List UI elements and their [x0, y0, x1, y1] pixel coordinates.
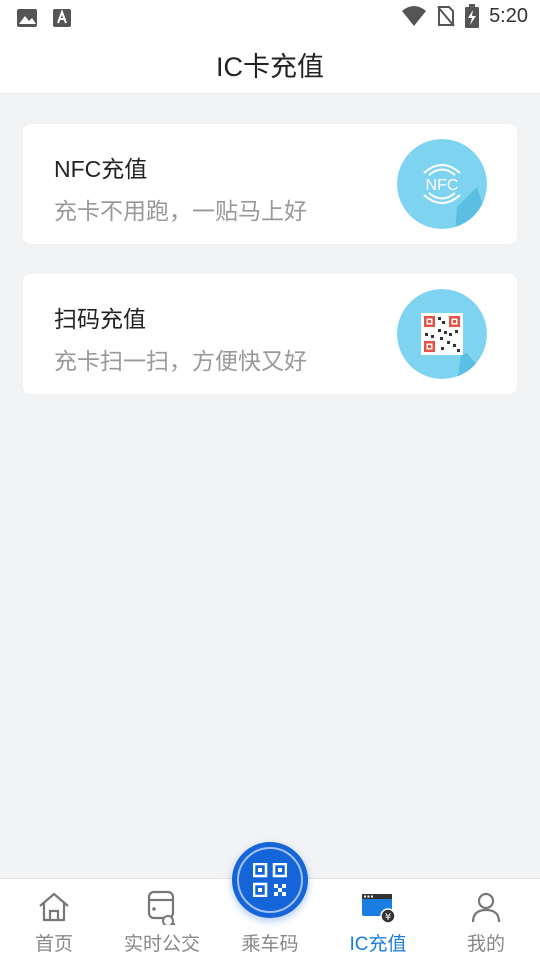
image-icon: [17, 9, 37, 27]
page-header: IC卡充值: [0, 36, 540, 94]
tab-label: IC充值: [349, 934, 407, 955]
no-sim-icon: [437, 6, 455, 27]
user-icon: [471, 892, 501, 923]
page-title: IC卡充值: [216, 52, 324, 82]
home-icon: [39, 892, 69, 922]
tab-label: 实时公交: [123, 934, 200, 955]
card-title: NFC充值: [54, 156, 148, 182]
tab-ic-recharge[interactable]: ¥ IC充值: [324, 879, 432, 960]
qr-code-icon: [253, 863, 287, 897]
card-subtitle: 充卡不用跑，一贴马上好: [54, 198, 307, 224]
wifi-icon: [402, 6, 427, 26]
nfc-icon: NFC: [397, 139, 487, 229]
tab-mine[interactable]: 我的: [432, 879, 540, 960]
tab-label: 我的: [466, 934, 505, 955]
tab-label: 乘车码: [241, 934, 299, 955]
battery-charging-icon: [465, 4, 480, 28]
nfc-recharge-card[interactable]: NFC充值 充卡不用跑，一贴马上好 NFC: [23, 124, 517, 244]
qr-code-icon: [397, 289, 487, 379]
status-bar: 5:20: [0, 0, 540, 36]
nfc-icon-text: NFC: [426, 177, 459, 194]
tab-home[interactable]: 首页: [0, 879, 108, 960]
svg-text:¥: ¥: [385, 912, 391, 923]
tab-label: 首页: [34, 934, 73, 955]
tab-realtime-bus[interactable]: 实时公交: [108, 879, 216, 960]
card-title: 扫码充值: [54, 306, 146, 332]
card-subtitle: 充卡扫一扫，方便快又好: [54, 348, 307, 374]
card-recharge-icon: ¥: [362, 894, 396, 924]
a-letter-icon: [53, 9, 71, 27]
bus-search-icon: [147, 890, 176, 925]
ride-code-button[interactable]: [232, 842, 308, 918]
status-time: 5:20: [489, 4, 528, 27]
scan-recharge-card[interactable]: 扫码充值 充卡扫一扫，方便快又好: [23, 274, 517, 394]
